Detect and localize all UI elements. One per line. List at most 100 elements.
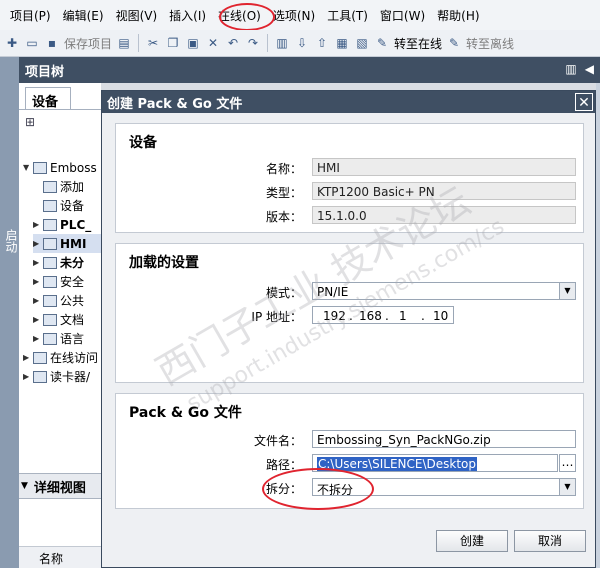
cut-icon[interactable]: ✂: [145, 35, 161, 51]
packgo-section-title: Pack & Go 文件: [129, 405, 242, 421]
go-online-button[interactable]: 转至在线: [394, 35, 442, 52]
security-icon: [43, 275, 57, 288]
start-label[interactable]: 启动: [1, 229, 18, 253]
device-section: 设备 名称： HMI 类型： KTP1200 Basic+ PN 版本： 15.…: [115, 123, 584, 233]
path-input[interactable]: C:\Users\SILENCE\Desktop: [312, 454, 558, 472]
tree-item-card-reader[interactable]: ▶ 读卡器/: [23, 367, 90, 386]
project-icon: [33, 161, 47, 174]
project-tree-title: 项目树: [25, 64, 65, 80]
device-name-label: 名称：: [265, 162, 302, 176]
save-icon[interactable]: ▪: [44, 35, 60, 51]
ip-octet-3[interactable]: 1: [399, 309, 407, 323]
download-icon[interactable]: ⇩: [294, 35, 310, 51]
ip-octet-2[interactable]: 168: [359, 309, 382, 323]
tree-item-languages[interactable]: ▶ 语言: [33, 329, 84, 348]
expand-arrow-icon[interactable]: ▼: [23, 163, 33, 172]
compile-icon[interactable]: ▥: [274, 35, 290, 51]
expand-arrow-icon[interactable]: ▶: [23, 353, 33, 362]
dialog-titlebar: 创建 Pack & Go 文件: [102, 91, 595, 113]
simulation-icon[interactable]: ▧: [354, 35, 370, 51]
expand-arrow-icon[interactable]: ▶: [33, 296, 43, 305]
browse-button[interactable]: …: [559, 454, 576, 472]
mode-dropdown[interactable]: PN/IE ▼: [312, 282, 576, 300]
hmi-icon: [43, 237, 57, 250]
tree-item-documents[interactable]: ▶ 文档: [33, 310, 84, 329]
collapse-arrow-icon[interactable]: ▼: [21, 481, 28, 491]
menu-options[interactable]: 选项(N): [267, 7, 321, 24]
expand-arrow-icon[interactable]: ▶: [33, 334, 43, 343]
tree-item-project[interactable]: ▼ Emboss: [23, 158, 97, 177]
undo-icon[interactable]: ↶: [225, 35, 241, 51]
ip-dot: .: [385, 309, 389, 323]
tree-item-hmi[interactable]: ▶ HMI: [33, 234, 101, 253]
menu-edit[interactable]: 编辑(E): [57, 7, 110, 24]
right-edge-area: [596, 83, 600, 568]
menu-window[interactable]: 窗口(W): [374, 7, 431, 24]
toolbar-separator: [138, 34, 140, 52]
tree-item-plc[interactable]: ▶ PLC_: [33, 215, 91, 234]
expand-arrow-icon[interactable]: ▶: [33, 239, 43, 248]
device-version-label: 版本：: [265, 210, 302, 224]
toolbar: ✚ ▭ ▪ 保存项目 ▤ ✂ ❐ ▣ ✕ ↶ ↷ ▥ ⇩ ⇧ ▦ ▧ ✎ 转至在…: [0, 30, 600, 57]
copy-icon[interactable]: ❐: [165, 35, 181, 51]
menu-tools[interactable]: 工具(T): [321, 7, 374, 24]
card-reader-icon: [33, 370, 47, 383]
dropdown-arrow-icon[interactable]: ▼: [559, 479, 575, 495]
filename-input[interactable]: Embossing_Syn_PackNGo.zip: [312, 430, 576, 448]
go-offline-button[interactable]: 转至离线: [466, 35, 514, 52]
device-type-field: KTP1200 Basic+ PN: [312, 182, 576, 200]
device-section-title: 设备: [129, 135, 157, 151]
expand-arrow-icon[interactable]: ▶: [33, 220, 43, 229]
menu-project[interactable]: 项目(P): [4, 7, 57, 24]
ip-octet-1[interactable]: 192: [323, 309, 346, 323]
close-icon[interactable]: ✕: [575, 93, 593, 111]
paste-icon[interactable]: ▣: [185, 35, 201, 51]
tree-item-security[interactable]: ▶ 安全: [33, 272, 84, 291]
dropdown-arrow-icon[interactable]: ▼: [559, 283, 575, 299]
add-device-icon: [43, 180, 57, 193]
name-column-header[interactable]: 名称: [19, 546, 101, 568]
tree-grid-icon[interactable]: ⊞: [25, 115, 35, 129]
expand-arrow-icon[interactable]: ▶: [33, 258, 43, 267]
project-tree-header: 项目树 ▥ ◀: [19, 57, 600, 83]
tree-item-devices-networks[interactable]: 设备: [43, 196, 84, 215]
expand-arrow-icon[interactable]: ▶: [33, 315, 43, 324]
delete-icon[interactable]: ✕: [205, 35, 221, 51]
open-folder-icon[interactable]: ▭: [24, 35, 40, 51]
tree-item-ungrouped[interactable]: ▶ 未分: [33, 253, 84, 272]
load-settings-section: 加载的设置 模式： PN/IE ▼ IP 地址： 192 . 168 . 1 .…: [115, 243, 584, 383]
tree-item-common[interactable]: ▶ 公共: [33, 291, 84, 310]
detail-view-header[interactable]: ▼ 详细视图: [19, 473, 101, 499]
menu-help[interactable]: 帮助(H): [431, 7, 485, 24]
print-icon[interactable]: ▤: [116, 35, 132, 51]
create-button[interactable]: 创建: [436, 530, 508, 552]
go-online-icon[interactable]: ✎: [374, 35, 390, 51]
online-access-icon: [33, 351, 47, 364]
tree-item-online-access[interactable]: ▶ 在线访问: [23, 348, 98, 367]
panel-controls: ▥ ◀: [565, 62, 594, 76]
layout-icon[interactable]: ▥: [565, 62, 576, 76]
new-project-icon[interactable]: ✚: [4, 35, 20, 51]
toolbar-separator: [267, 34, 269, 52]
menu-insert[interactable]: 插入(I): [163, 7, 212, 24]
upload-icon[interactable]: ⇧: [314, 35, 330, 51]
simulate-icon[interactable]: ▦: [334, 35, 350, 51]
ungrouped-devices-icon: [43, 256, 57, 269]
save-project-button[interactable]: 保存项目: [64, 35, 112, 52]
tab-devices[interactable]: 设备: [25, 87, 71, 110]
filename-label: 文件名：: [253, 434, 302, 448]
tree-item-add-device[interactable]: 添加: [43, 177, 84, 196]
tab-divider: [19, 109, 101, 110]
collapse-left-icon[interactable]: ◀: [585, 62, 594, 76]
expand-arrow-icon[interactable]: ▶: [33, 277, 43, 286]
go-offline-icon[interactable]: ✎: [446, 35, 462, 51]
ip-address-label: IP 地址：: [251, 310, 302, 324]
cancel-button[interactable]: 取消: [514, 530, 586, 552]
expand-arrow-icon[interactable]: ▶: [23, 372, 33, 381]
redo-icon[interactable]: ↷: [245, 35, 261, 51]
ip-octet-4[interactable]: 10: [433, 309, 448, 323]
network-icon: [43, 199, 57, 212]
ip-address-field[interactable]: 192 . 168 . 1 . 10: [312, 306, 454, 324]
common-data-icon: [43, 294, 57, 307]
menu-view[interactable]: 视图(V): [110, 7, 164, 24]
